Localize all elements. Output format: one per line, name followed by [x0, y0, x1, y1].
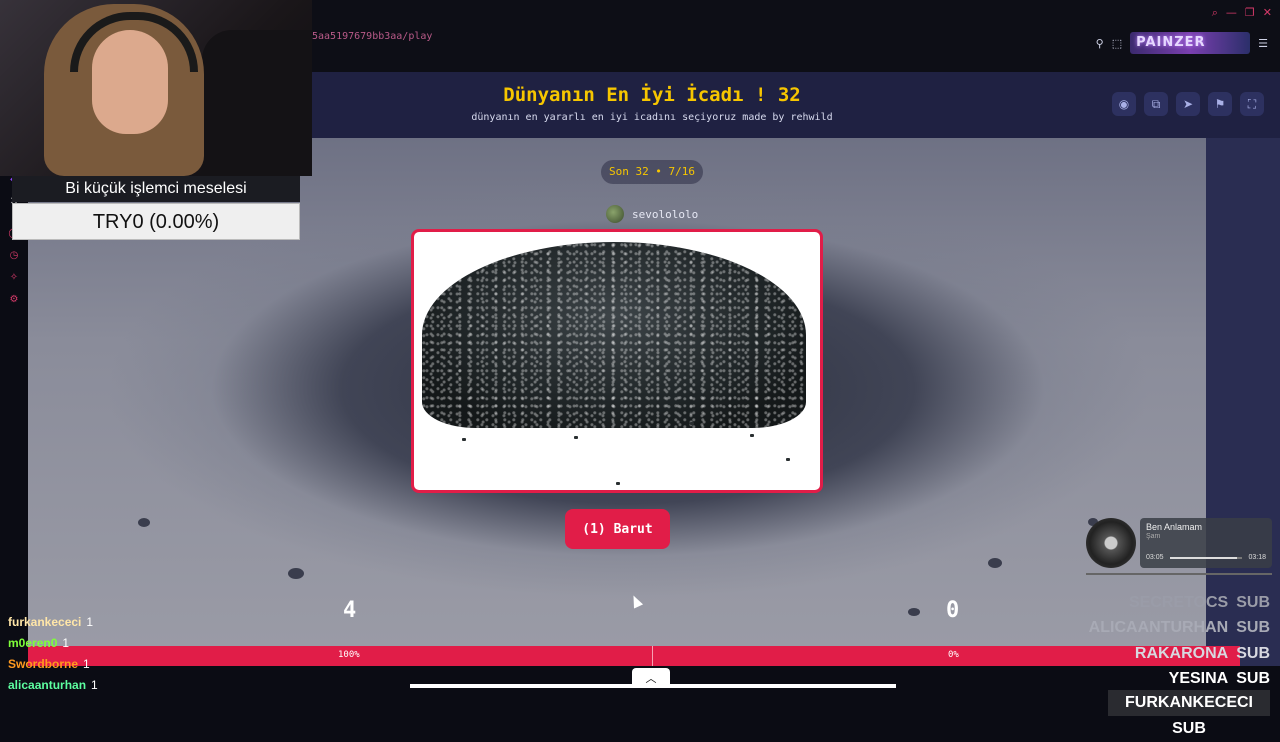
gunpowder-grain	[616, 482, 620, 485]
sub-name: YESINA	[1168, 669, 1229, 687]
send-icon[interactable]: ➤	[1176, 92, 1200, 116]
song-progress-fill	[1169, 556, 1238, 559]
fullscreen-icon[interactable]: ⛶	[1240, 92, 1264, 116]
gunpowder-grain	[690, 422, 694, 425]
album-art	[1086, 518, 1136, 568]
sub-name: ALICAANTURHAN	[1088, 619, 1229, 637]
round-indicator: Son 32 • 7/16	[601, 160, 703, 184]
sub-tag: SUB	[1236, 644, 1270, 662]
sub-tag: SUB	[1172, 720, 1206, 737]
sub-name: FURKANKECECI	[1125, 694, 1253, 711]
chat-username: Swordborne	[8, 657, 79, 671]
sub-name: RAKARONA	[1134, 644, 1229, 662]
sub-entry: SECRETOCS SUB	[1030, 590, 1270, 615]
background-speck	[288, 568, 304, 579]
avatar	[606, 205, 624, 223]
song-total: 03:18	[1248, 554, 1266, 561]
header-actions: ◉ ⧉ ➤ ⚑ ⛶	[1112, 92, 1264, 116]
chair	[202, 30, 312, 176]
eye-icon[interactable]: ◉	[1112, 92, 1136, 116]
song-progress-track	[1169, 556, 1243, 559]
background-speck	[138, 518, 150, 527]
chat-text: 1	[83, 657, 90, 671]
recent-subs: SECRETOCS SUB ALICAANTURHAN SUB RAKARONA SU…	[1030, 590, 1270, 691]
song-progress: 03:05 03:18	[1146, 554, 1266, 561]
gunpowder-grain	[574, 436, 578, 439]
close-icon[interactable]: ✕	[1263, 6, 1272, 20]
author-name: sevolololo	[632, 207, 699, 221]
chat-message: furkankececi 1	[8, 612, 268, 633]
right-score: 0	[946, 598, 960, 623]
left-percent: 100%	[338, 650, 360, 660]
webcam-feed	[0, 0, 312, 176]
now-playing-panel: Ben Anlamam Şam 03:05 03:18	[1140, 518, 1272, 568]
chat-message: Swordborne 1	[8, 654, 268, 675]
sub-name: SECRETOCS	[1128, 594, 1229, 611]
clock-icon[interactable]: ◷	[8, 250, 20, 262]
song-artist: Şam	[1146, 533, 1161, 540]
page-title: Dünyanın En İyi İcadı ! 32	[503, 84, 801, 106]
gunpowder-grain	[786, 458, 790, 461]
gear-icon[interactable]: ⚙	[8, 294, 20, 306]
window-controls: ⌕ — ❐ ✕	[1212, 6, 1272, 20]
chat-username: m0eren0	[8, 636, 58, 650]
extension-logo-text: PAINZER	[1136, 35, 1206, 50]
gunpowder-grain	[462, 438, 466, 441]
author-info: sevolololo	[606, 205, 698, 223]
chat-text: 1	[86, 615, 94, 629]
sub-tag: SUB	[1236, 619, 1270, 637]
minimize-icon[interactable]: —	[1226, 6, 1237, 20]
left-score: 4	[343, 598, 357, 623]
chat-username: furkankececi	[8, 615, 82, 629]
pin-icon[interactable]: ⚲	[1096, 37, 1104, 50]
donation-goal-value: TRY0 (0.00%)	[12, 203, 300, 240]
sub-entry: RAKARONA SUB	[1030, 641, 1270, 666]
restore-icon[interactable]: ❐	[1245, 6, 1255, 20]
donation-goal-title: Bi küçük işlemci meselesi	[12, 176, 300, 202]
choice-image[interactable]	[411, 229, 823, 493]
chat-text: 1	[62, 636, 70, 650]
puzzle-icon[interactable]: ✧	[8, 272, 20, 284]
song-elapsed: 03:05	[1146, 554, 1164, 561]
chat-message: alicaanturhan 1	[8, 675, 268, 696]
background-speck	[908, 608, 920, 616]
background-speck	[988, 558, 1002, 568]
crop-icon[interactable]: ⬚	[1112, 37, 1122, 50]
extension-row: ⚲ ⬚ PAINZER ☰	[1096, 32, 1268, 54]
widget-divider	[1086, 573, 1272, 575]
flag-icon[interactable]: ⚑	[1208, 92, 1232, 116]
vote-bar-divider	[652, 646, 653, 666]
page-subtitle: dünyanın en yararlı en iyi icadını seçiy…	[471, 112, 833, 123]
address-bar[interactable]: 5aa5197679bb3aa/play	[312, 31, 432, 42]
search-icon[interactable]: ⌕	[1212, 6, 1218, 20]
chat-message: m0eren0 1	[8, 633, 268, 654]
chat-username: alicaanturhan	[8, 678, 87, 692]
gunpowder-grain	[750, 434, 754, 437]
latest-sub: FURKANKECECI SUB	[1108, 690, 1270, 737]
choice-button[interactable]: (1) Barut	[565, 509, 670, 549]
sub-tag: SUB	[1236, 594, 1270, 611]
chat-overlay: furkankececi 1 m0eren0 1 Swordborne 1 alica…	[8, 612, 268, 696]
now-playing-widget: Ben Anlamam Şam 03:05 03:18	[1086, 518, 1272, 578]
song-title: Ben Anlamam	[1146, 522, 1203, 532]
page-header: Dünyanın En İyi İcadı ! 32 dünyanın en y…	[312, 72, 1280, 138]
gunpowder-pile	[422, 242, 806, 428]
chat-text: 1	[91, 678, 98, 692]
menu-icon[interactable]: ☰	[1258, 37, 1268, 50]
right-percent: 0%	[948, 650, 959, 660]
sub-entry: YESINA SUB	[1030, 666, 1270, 691]
share-icon[interactable]: ⧉	[1144, 92, 1168, 116]
sub-entry: ALICAANTURHAN SUB	[1030, 615, 1270, 640]
extension-logo[interactable]: PAINZER	[1130, 32, 1251, 54]
sub-tag: SUB	[1236, 669, 1270, 687]
chevron-up-icon[interactable]: ︿	[632, 668, 670, 688]
